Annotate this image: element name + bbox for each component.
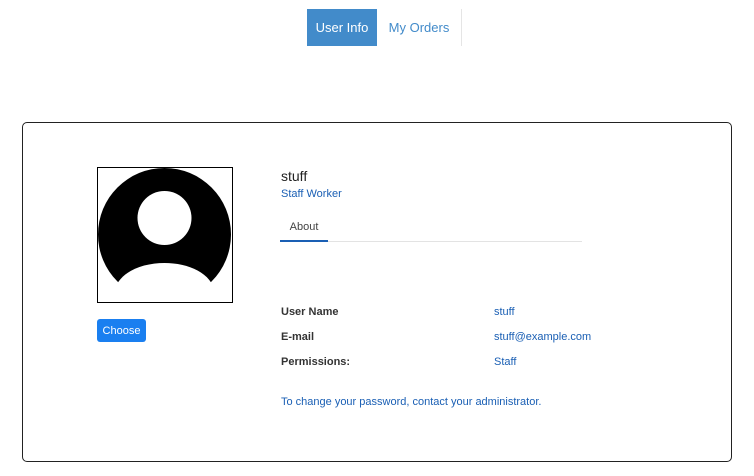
password-note: To change your password, contact your ad… xyxy=(281,396,542,408)
profile-username: stuff xyxy=(281,168,308,184)
tab-about[interactable]: About xyxy=(280,213,328,242)
profile-role: Staff Worker xyxy=(281,188,342,200)
tab-user-info[interactable]: User Info xyxy=(307,9,377,46)
avatar xyxy=(97,167,233,303)
tab-my-orders[interactable]: My Orders xyxy=(377,9,462,46)
info-value: Staff xyxy=(494,356,517,368)
info-value: stuff xyxy=(494,306,515,318)
choose-avatar-button[interactable]: Choose xyxy=(97,319,146,342)
profile-tabs: About xyxy=(280,213,582,242)
profile-card: Choose stuff Staff Worker About User Nam… xyxy=(22,122,732,462)
user-avatar-icon xyxy=(98,168,231,301)
main-tabs: User Info My Orders xyxy=(307,9,462,46)
info-label: Permissions: xyxy=(281,356,351,368)
info-label: User Name xyxy=(281,306,339,318)
info-label: E-mail xyxy=(281,331,315,343)
info-value: stuff@example.com xyxy=(494,331,592,343)
